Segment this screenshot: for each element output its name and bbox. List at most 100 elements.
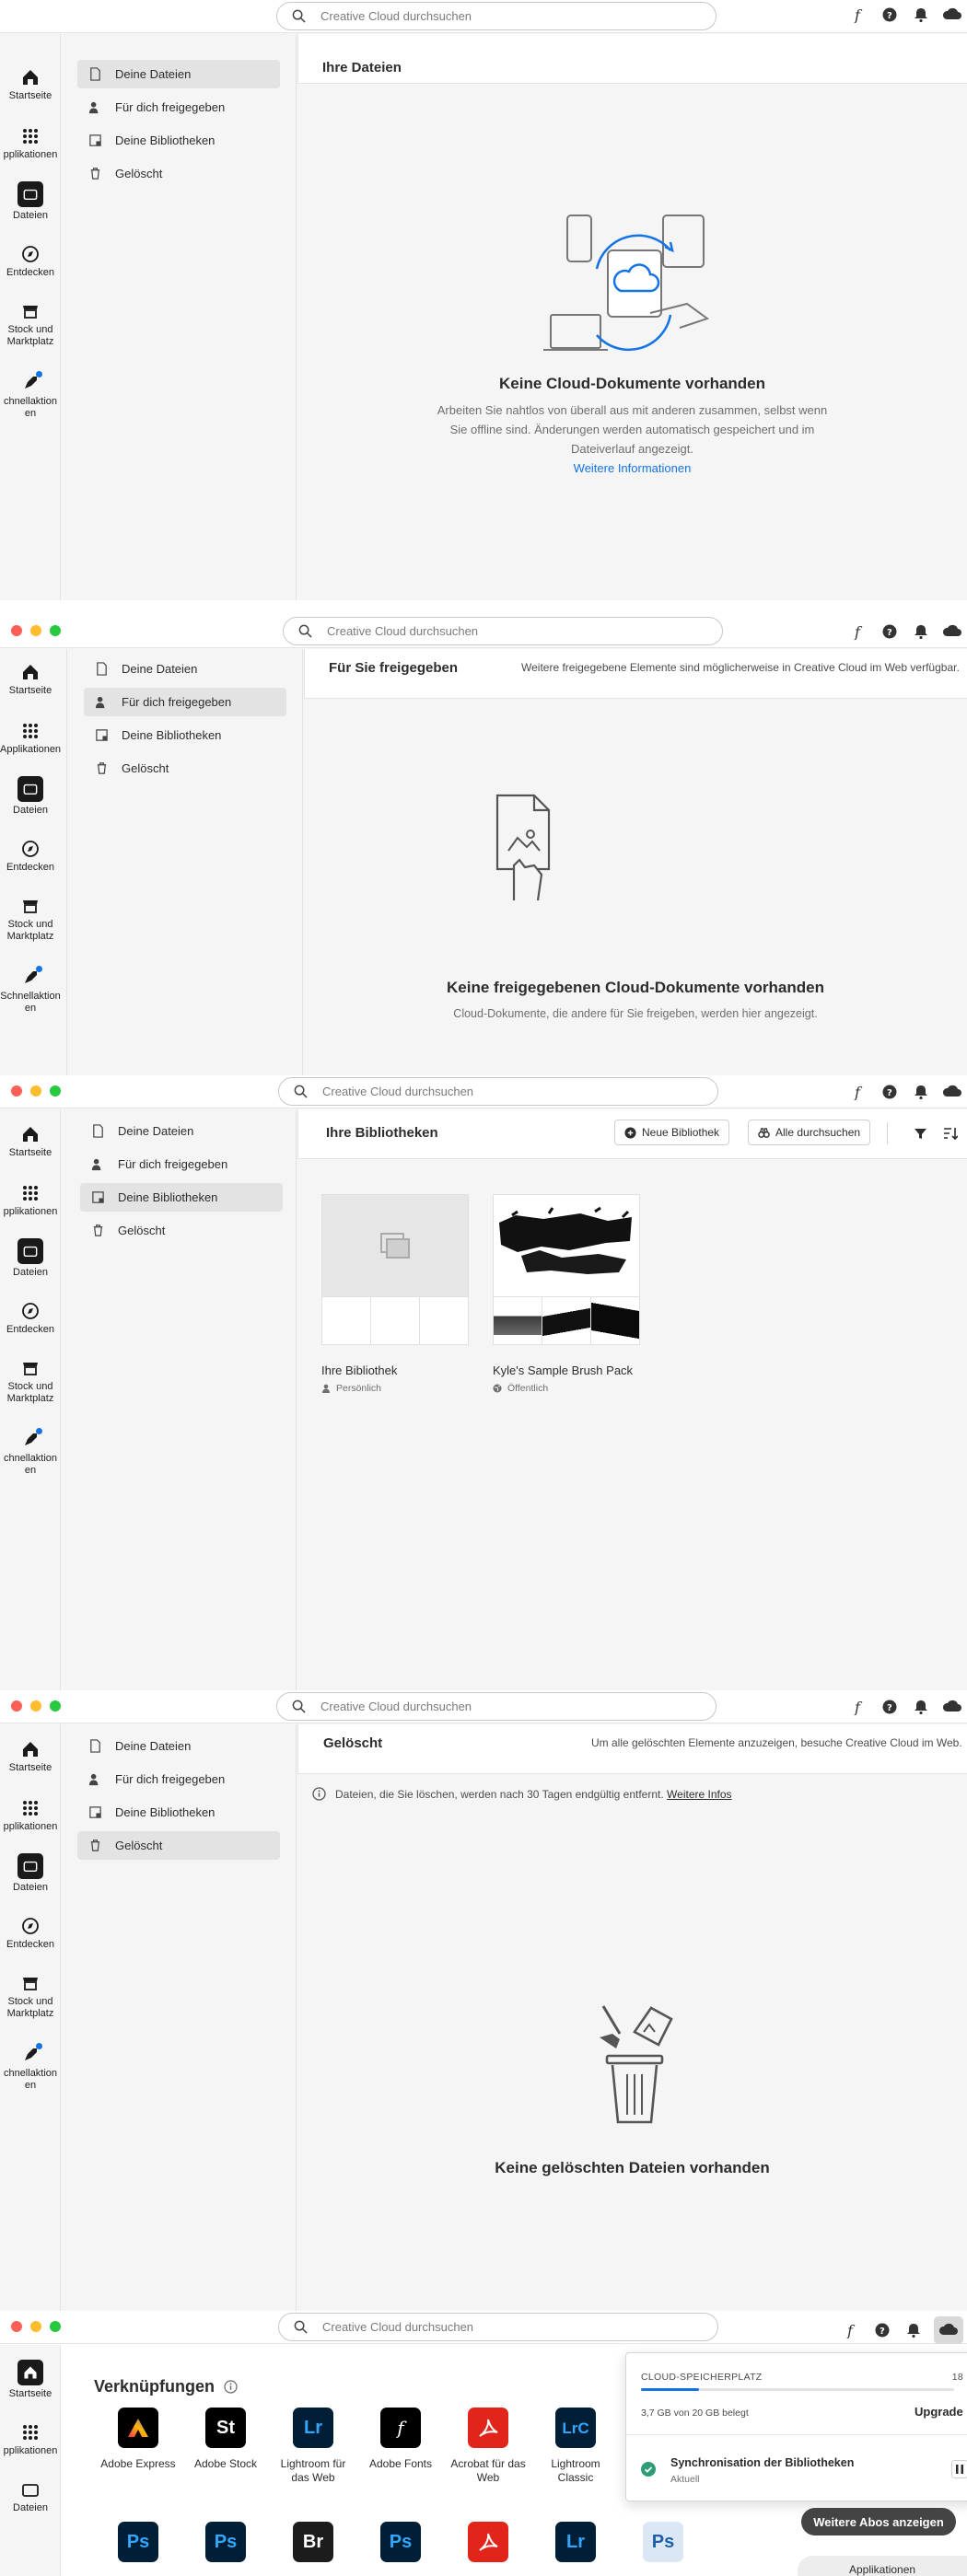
- subnav-deleted[interactable]: Gelöscht: [77, 159, 280, 188]
- photoshop-icon[interactable]: Ps: [205, 2522, 246, 2562]
- rail-home[interactable]: Startseite: [0, 1739, 61, 1774]
- search-bar[interactable]: Creative Cloud durchsuchen: [278, 2313, 718, 2341]
- rail-files[interactable]: Dateien: [0, 1238, 61, 1279]
- close-button[interactable]: [11, 625, 22, 636]
- subnav-shared[interactable]: Für dich freigegeben: [80, 1150, 283, 1178]
- browse-all-button[interactable]: Alle durchsuchen: [748, 1120, 871, 1145]
- close-button[interactable]: [11, 2321, 22, 2332]
- more-info-link[interactable]: Weitere Informationen: [297, 458, 967, 478]
- notification-bell-icon[interactable]: [910, 1081, 932, 1103]
- zoom-button[interactable]: [50, 2321, 61, 2332]
- app-shortcut-lightroom-web[interactable]: Lr Lightroom für das Web: [272, 2408, 355, 2485]
- rail-files[interactable]: Dateien: [0, 1853, 61, 1894]
- rail-quick-actions[interactable]: chnellaktion en: [0, 1428, 61, 1477]
- subnav-libraries[interactable]: Deine Bibliotheken: [84, 721, 286, 749]
- more-subscriptions-button[interactable]: Weitere Abos anzeigen: [801, 2508, 956, 2535]
- close-button[interactable]: [11, 1700, 22, 1712]
- subnav-deleted[interactable]: Gelöscht: [80, 1216, 283, 1245]
- subnav-shared[interactable]: Für dich freigegeben: [77, 1765, 280, 1793]
- subnav-your-files[interactable]: Deine Dateien: [77, 60, 280, 88]
- filter-icon[interactable]: [914, 1127, 927, 1141]
- help-icon[interactable]: ?: [879, 1696, 901, 1718]
- rail-files[interactable]: Dateien: [0, 2479, 61, 2514]
- cloud-icon[interactable]: [934, 2316, 963, 2344]
- subnav-libraries[interactable]: Deine Bibliotheken: [77, 1798, 280, 1827]
- fonts-icon[interactable]: f: [840, 2319, 862, 2341]
- zoom-button[interactable]: [50, 1700, 61, 1712]
- fonts-icon[interactable]: f: [847, 1081, 869, 1103]
- minimize-button[interactable]: [30, 2321, 41, 2332]
- photoshop-icon[interactable]: Ps: [380, 2522, 421, 2562]
- sort-icon[interactable]: [943, 1127, 958, 1141]
- cloud-icon[interactable]: [941, 1696, 963, 1718]
- rail-files[interactable]: Dateien: [0, 181, 61, 222]
- minimize-button[interactable]: [30, 625, 41, 636]
- rail-stock[interactable]: Stock und Marktplatz: [0, 1973, 61, 2020]
- help-icon[interactable]: ?: [879, 1081, 901, 1103]
- rail-stock[interactable]: Stock und Marktplatz: [0, 301, 61, 348]
- subnav-your-files[interactable]: Deine Dateien: [80, 1117, 283, 1145]
- rail-apps[interactable]: Applikationen: [0, 721, 61, 756]
- subnav-deleted[interactable]: Gelöscht: [84, 754, 286, 783]
- rail-discover[interactable]: Entdecken: [0, 1301, 61, 1336]
- library-card[interactable]: Kyle's Sample Brush Pack Öffentlich: [493, 1194, 640, 1394]
- more-info-link[interactable]: Weitere Infos: [667, 1788, 731, 1801]
- library-card[interactable]: Ihre Bibliothek Persönlich: [321, 1194, 469, 1394]
- rail-home[interactable]: Startseite: [0, 662, 61, 697]
- rail-stock[interactable]: Stock und Marktplatz: [0, 896, 61, 943]
- fonts-icon[interactable]: f: [847, 621, 869, 643]
- rail-home[interactable]: Startseite: [0, 67, 61, 102]
- photoshop-beta-icon[interactable]: Ps: [643, 2522, 683, 2562]
- close-button[interactable]: [11, 1085, 22, 1097]
- help-icon[interactable]: ?: [871, 2319, 893, 2341]
- minimize-button[interactable]: [30, 1085, 41, 1097]
- app-shortcut-adobe-express[interactable]: Adobe Express: [97, 2408, 180, 2471]
- rail-quick-actions[interactable]: chnellaktion en: [0, 2043, 61, 2092]
- search-bar[interactable]: Creative Cloud durchsuchen: [276, 1692, 717, 1721]
- subnav-libraries[interactable]: Deine Bibliotheken: [80, 1183, 283, 1212]
- notification-bell-icon[interactable]: [910, 1696, 932, 1718]
- app-shortcut-adobe-fonts[interactable]: f Adobe Fonts: [359, 2408, 442, 2471]
- rail-apps[interactable]: pplikationen: [0, 1183, 61, 1218]
- subnav-shared[interactable]: Für dich freigegeben: [84, 688, 286, 716]
- pause-sync-button[interactable]: [951, 2460, 967, 2478]
- bridge-icon[interactable]: Br: [293, 2522, 333, 2562]
- subnav-deleted[interactable]: Gelöscht: [77, 1831, 280, 1860]
- rail-discover[interactable]: Entdecken: [0, 839, 61, 874]
- acrobat-icon[interactable]: [468, 2522, 508, 2562]
- app-shortcut-lightroom-classic[interactable]: LrC Lightroom Classic: [534, 2408, 617, 2485]
- subnav-your-files[interactable]: Deine Dateien: [84, 655, 286, 683]
- app-shortcut-acrobat-web[interactable]: Acrobat für das Web: [447, 2408, 530, 2485]
- help-icon[interactable]: ?: [879, 621, 901, 643]
- search-bar[interactable]: Creative Cloud durchsuchen: [276, 2, 717, 30]
- rail-files[interactable]: Dateien: [0, 776, 61, 817]
- cloud-icon[interactable]: [941, 4, 963, 26]
- zoom-button[interactable]: [50, 625, 61, 636]
- fonts-icon[interactable]: f: [847, 4, 869, 26]
- notification-bell-icon[interactable]: [903, 2319, 925, 2341]
- cloud-icon[interactable]: [941, 621, 963, 643]
- cloud-icon[interactable]: [941, 1081, 963, 1103]
- minimize-button[interactable]: [30, 1700, 41, 1712]
- search-bar[interactable]: Creative Cloud durchsuchen: [283, 617, 723, 645]
- rail-quick-actions[interactable]: chnellaktion en: [0, 371, 61, 420]
- search-bar[interactable]: Creative Cloud durchsuchen: [278, 1077, 718, 1106]
- rail-discover[interactable]: Entdecken: [0, 244, 61, 279]
- photoshop-icon[interactable]: Ps: [118, 2522, 158, 2562]
- notification-bell-icon[interactable]: [910, 621, 932, 643]
- rail-stock[interactable]: Stock und Marktplatz: [0, 1358, 61, 1405]
- app-shortcut-adobe-stock[interactable]: St Adobe Stock: [184, 2408, 267, 2471]
- subnav-libraries[interactable]: Deine Bibliotheken: [77, 126, 280, 155]
- rail-apps[interactable]: pplikationen: [0, 1798, 61, 1833]
- upgrade-link[interactable]: Upgrade: [915, 2405, 963, 2419]
- rail-home[interactable]: Startseite: [0, 2360, 61, 2400]
- rail-apps[interactable]: pplikationen: [0, 126, 61, 161]
- rail-discover[interactable]: Entdecken: [0, 1916, 61, 1951]
- subnav-shared[interactable]: Für dich freigegeben: [77, 93, 280, 122]
- subnav-your-files[interactable]: Deine Dateien: [77, 1732, 280, 1760]
- fonts-icon[interactable]: f: [847, 1696, 869, 1718]
- lightroom-icon[interactable]: Lr: [555, 2522, 596, 2562]
- zoom-button[interactable]: [50, 1085, 61, 1097]
- rail-quick-actions[interactable]: Schnellaktion en: [0, 966, 61, 1015]
- new-library-button[interactable]: Neue Bibliothek: [614, 1120, 730, 1145]
